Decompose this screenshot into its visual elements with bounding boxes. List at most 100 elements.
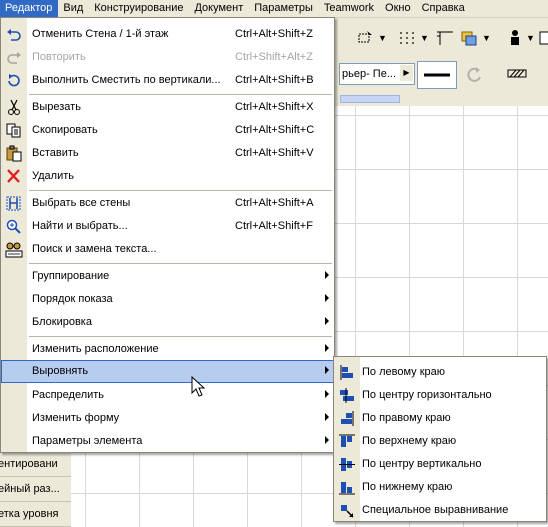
mouse-pointer-icon (191, 376, 206, 397)
paste-icon (6, 145, 22, 162)
line-type-picker[interactable] (417, 61, 457, 89)
rotate-disabled-icon[interactable] (462, 64, 486, 86)
menu-item-label: Отменить Стена / 1-й этаж (32, 28, 169, 40)
submenu-arrow-icon (325, 344, 329, 352)
shortcut-text: Ctrl+Alt+Shift+X (235, 101, 314, 113)
find-replace-text-icon (5, 242, 23, 258)
menu-separator (29, 336, 332, 337)
navigator-row[interactable]: ейный раз... (0, 477, 71, 502)
menu-item-align[interactable]: Выровнять (1, 360, 334, 383)
menu-item-align-center-horizontal[interactable]: По центру горизонтально (334, 384, 546, 407)
layers-icon (461, 31, 477, 46)
menu-item-label: Специальное выравнивание (362, 504, 509, 516)
menu-item-label: Группирование (32, 270, 110, 282)
menu-design[interactable]: Конструирование (89, 0, 189, 17)
navigator-row[interactable]: ентировани (0, 452, 71, 477)
chevron-right-icon[interactable]: ▶ (400, 65, 413, 81)
menu-item-cut[interactable]: Вырезать Ctrl+Alt+Shift+X (1, 96, 334, 119)
shortcut-text: Ctrl+Alt+Shift+F (235, 220, 313, 232)
menu-item-align-right[interactable]: По правому краю (334, 407, 546, 430)
menu-window[interactable]: Окно (380, 0, 417, 17)
menu-item-align-top[interactable]: По верхнему краю (334, 430, 546, 453)
menu-item-copy[interactable]: Скопировать Ctrl+Alt+Shift+C (1, 119, 334, 142)
menu-item-grouping[interactable]: Группирование (1, 265, 334, 288)
undo-icon (7, 29, 21, 41)
menu-item-align-left[interactable]: По левому краю (334, 361, 546, 384)
submenu-arrow-icon (325, 436, 329, 444)
menu-item-label: По левому краю (362, 366, 445, 378)
menu-item-special-align[interactable]: Специальное выравнивание (334, 499, 546, 522)
select-walls-icon (6, 196, 21, 211)
menu-item-find-replace-text[interactable]: Поиск и замена текста... (1, 238, 334, 261)
submenu-arrow-icon (325, 413, 329, 421)
menu-item-label: По верхнему краю (362, 435, 457, 447)
menu-teamwork[interactable]: Teamwork (319, 0, 380, 17)
submenu-arrow-icon (325, 366, 329, 374)
menu-item-label: По центру горизонтально (362, 389, 492, 401)
menu-item-label: По правому краю (362, 412, 451, 424)
menu-item-label: По нижнему краю (362, 481, 453, 493)
menu-item-undo[interactable]: Отменить Стена / 1-й этаж Ctrl+Alt+Shift… (1, 23, 334, 46)
selection-rect-icon (358, 31, 372, 43)
menu-item-label: Параметры элемента (32, 435, 143, 447)
menu-item-label: По центру вертикально (362, 458, 482, 470)
menu-item-find-select[interactable]: Найти и выбрать... Ctrl+Alt+Shift+F (1, 215, 334, 238)
menu-separator (29, 190, 332, 191)
menu-item-redo[interactable]: Повторить Ctrl+Shift+Alt+Z (1, 46, 334, 69)
guide-lines-button[interactable] (432, 26, 458, 50)
menu-item-delete[interactable]: Удалить (1, 165, 334, 188)
menu-item-label: Удалить (32, 170, 74, 182)
line-type-icon (424, 73, 450, 77)
align-top-icon (339, 434, 355, 447)
menu-item-label: Выполнить Сместить по вертикали... (32, 74, 221, 86)
dropdown-arrow-icon[interactable]: ▼ (378, 33, 387, 43)
menu-item-label: Изменить расположение (32, 343, 159, 355)
figure-button[interactable] (502, 26, 528, 50)
shortcut-text: Ctrl+Alt+Shift+Z (235, 28, 313, 40)
selection-tool-button[interactable] (352, 26, 378, 50)
grid-dots-icon (400, 32, 414, 44)
menu-item-reshape-position[interactable]: Изменить расположение (1, 338, 334, 361)
overflow-button[interactable] (538, 26, 548, 50)
menu-options[interactable]: Параметры (249, 0, 319, 17)
menu-item-label: Распределить (32, 389, 105, 401)
menu-item-label: Выбрать все стены (32, 197, 131, 209)
submenu-arrow-icon (325, 294, 329, 302)
dropdown-arrow-icon[interactable]: ▼ (482, 33, 491, 43)
align-center-horizontal-icon (340, 388, 354, 403)
shortcut-text: Ctrl+Alt+Shift+A (235, 197, 314, 209)
menu-view[interactable]: Вид (58, 0, 89, 17)
hatch-icon[interactable] (505, 66, 529, 82)
menu-item-display-order[interactable]: Порядок показа (1, 288, 334, 311)
menu-item-select-all-walls[interactable]: Выбрать все стены Ctrl+Alt+Shift+A (1, 192, 334, 215)
grid-snap-button[interactable] (394, 26, 420, 50)
menu-item-label: Вырезать (32, 101, 81, 113)
repeat-icon (8, 74, 20, 87)
align-bottom-icon (339, 482, 355, 495)
menu-item-reshape[interactable]: Изменить форму (1, 407, 334, 430)
menu-item-label: Повторить (32, 51, 86, 63)
menu-item-repeat[interactable]: Выполнить Сместить по вертикали... Ctrl+… (1, 69, 334, 92)
menu-item-distribute[interactable]: Распределить (1, 384, 334, 407)
layers-button[interactable] (456, 26, 482, 50)
navigator-row[interactable]: етка уровня (0, 502, 71, 527)
edit-menu: Отменить Стена / 1-й этаж Ctrl+Alt+Shift… (0, 17, 335, 453)
layer-combo[interactable]: рьер- Пе... ▶ (339, 63, 415, 85)
shortcut-text: Ctrl+Shift+Alt+Z (235, 51, 313, 63)
menu-editor[interactable]: Редактор (0, 0, 59, 17)
align-submenu: По левому краю По центру горизонтально П… (333, 356, 547, 522)
menu-item-locking[interactable]: Блокировка (1, 311, 334, 334)
find-select-icon (6, 219, 21, 234)
menu-item-align-center-vertical[interactable]: По центру вертикально (334, 453, 546, 476)
dropdown-arrow-icon[interactable]: ▼ (526, 33, 535, 43)
dropdown-arrow-icon[interactable]: ▼ (420, 33, 429, 43)
menu-document[interactable]: Документ (189, 0, 249, 17)
menu-bar: Редактор Вид Конструирование Документ Па… (0, 0, 548, 18)
menu-help[interactable]: Справка (417, 0, 471, 17)
menu-item-element-settings[interactable]: Параметры элемента (1, 430, 334, 453)
scrollbar-thumb[interactable] (340, 95, 400, 103)
menu-item-label: Поиск и замена текста... (32, 243, 157, 255)
menu-item-align-bottom[interactable]: По нижнему краю (334, 476, 546, 499)
redo-icon (7, 52, 21, 64)
menu-item-paste[interactable]: Вставить Ctrl+Alt+Shift+V (1, 142, 334, 165)
